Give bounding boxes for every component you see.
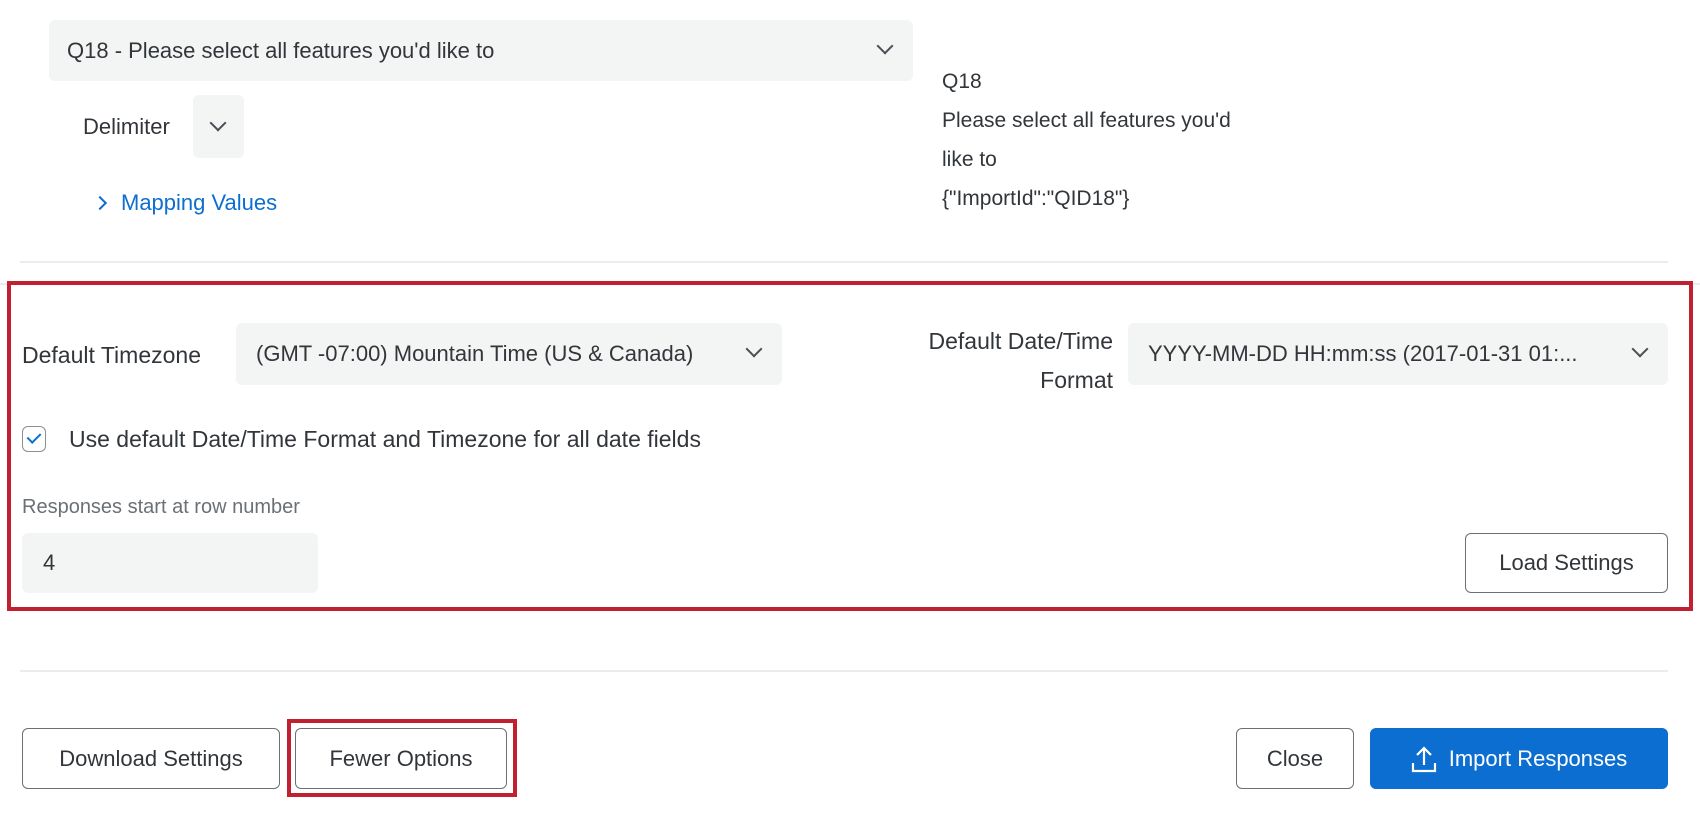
fewer-options-button[interactable]: Fewer Options [295,728,507,789]
delimiter-label: Delimiter [83,114,170,139]
chevron-down-icon [1631,340,1649,358]
import-id: {"ImportId":"QID18"} [942,187,1130,210]
download-settings-button[interactable]: Download Settings [22,728,280,789]
divider [20,261,1668,263]
import-responses-label: Import Responses [1448,745,1628,771]
question-text: Please select all features you'd [942,109,1231,132]
question-select-value: Q18 - Please select all features you'd l… [67,37,495,63]
mapping-values-toggle[interactable]: Mapping Values [92,190,278,216]
chevron-down-icon [876,37,894,55]
question-id: Q18 [942,70,982,93]
timezone-select[interactable]: (GMT -07:00) Mountain Time (US & Canada) [236,323,782,385]
mapping-values-label: Mapping Values [121,190,278,215]
chevron-down-icon [209,114,227,132]
chevron-right-icon [92,195,108,211]
datetime-format-select[interactable]: YYYY-MM-DD HH:mm:ss (2017-01-31 01:... [1128,323,1668,385]
timezone-label: Default Timezone [22,342,201,368]
row-number-label: Responses start at row number [22,496,300,518]
use-default-checkbox[interactable] [22,426,46,452]
timezone-value: (GMT -07:00) Mountain Time (US & Canada) [256,341,694,366]
import-responses-button[interactable]: Import Responses [1370,728,1668,789]
load-settings-button[interactable]: Load Settings [1465,533,1668,593]
question-text-cont: like to [942,148,997,171]
question-select[interactable]: Q18 - Please select all features you'd l… [49,20,913,81]
question-info: Q18 Please select all features you'd lik… [942,62,1231,218]
use-default-label: Use default Date/Time Format and Timezon… [69,426,701,452]
datetime-label-line1: Default Date/Time [928,328,1114,354]
divider [20,670,1668,672]
datetime-label-line2: Format [1040,367,1113,393]
row-number-input[interactable]: 4 [22,533,318,593]
upload-icon [1411,745,1436,772]
checkmark-icon [26,429,42,444]
chevron-down-icon [745,340,763,358]
delimiter-select[interactable] [193,95,244,158]
datetime-format-value: YYYY-MM-DD HH:mm:ss (2017-01-31 01:... [1148,341,1578,366]
row-number-value: 4 [43,550,56,575]
datetime-label: Default Date/Time Format [929,322,1114,400]
close-button[interactable]: Close [1236,728,1354,789]
